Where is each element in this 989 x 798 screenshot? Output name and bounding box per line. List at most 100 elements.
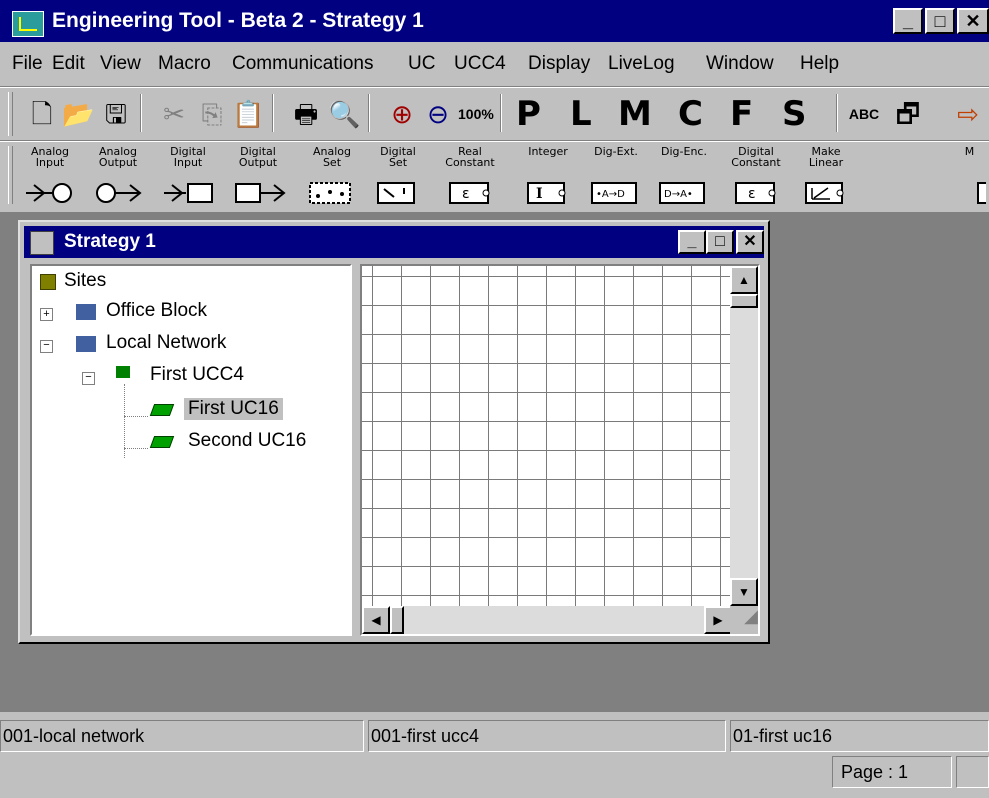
strategy-titlebar[interactable]: Strategy 1 _ □ ✕ (24, 226, 764, 258)
module-icon (149, 404, 175, 416)
cut-icon[interactable]: ✂ (158, 98, 190, 130)
layers-icon[interactable]: 🗗 (892, 98, 924, 130)
palette-dig-enc[interactable]: Dig-Enc. D→A• (652, 146, 716, 208)
tree-line (124, 384, 125, 458)
export-icon[interactable]: ⇨ (952, 98, 984, 130)
digital-output-icon (235, 183, 286, 203)
zoom-100-icon[interactable]: 100% (458, 98, 494, 130)
network-icon (76, 336, 96, 352)
palette-label: Set (322, 156, 342, 169)
strategy-window: Strategy 1 _ □ ✕ Sites + Office Block − … (18, 220, 770, 644)
l-tool-button[interactable]: L (570, 94, 592, 134)
status-module: 01-first uc16 (730, 720, 989, 752)
child-close-button[interactable]: ✕ (736, 230, 764, 254)
menu-edit[interactable]: Edit (52, 53, 85, 75)
app-titlebar[interactable]: Engineering Tool - Beta 2 - Strategy 1 _… (0, 0, 989, 42)
new-file-icon[interactable]: 🗋 (26, 98, 58, 130)
palette-dig-ext[interactable]: Dig-Ext. •A→D (584, 146, 648, 208)
svg-text:ε: ε (748, 186, 756, 202)
paste-icon[interactable]: 📋 (232, 98, 264, 130)
menu-help[interactable]: Help (800, 53, 839, 75)
zoom-out-icon[interactable]: ⊖ (422, 98, 454, 130)
real-constant-icon: ε (449, 182, 490, 204)
abc-button[interactable]: ABC (848, 98, 880, 130)
scroll-right-button[interactable]: ▶ (704, 606, 732, 634)
module-icon (149, 436, 175, 448)
menu-file[interactable]: File (12, 53, 43, 75)
palette-digital-set[interactable]: Digital Set (366, 146, 430, 208)
close-button[interactable]: ✕ (957, 8, 989, 34)
palette-label: Output (98, 156, 138, 169)
child-maximize-button[interactable]: □ (706, 230, 734, 254)
child-minimize-button[interactable]: _ (678, 230, 706, 254)
strategy-canvas[interactable]: ▲ ▼ ◀ ▶ ◢ (360, 264, 760, 636)
resize-grip-icon[interactable]: ◢ (730, 606, 758, 634)
scroll-up-button[interactable]: ▲ (730, 266, 758, 294)
canvas-grid[interactable] (362, 266, 732, 606)
tree-line (124, 448, 148, 449)
status-controller: 001-first ucc4 (368, 720, 726, 752)
menu-macro[interactable]: Macro (158, 53, 211, 75)
c-tool-button[interactable]: C (678, 94, 703, 134)
app-icon[interactable] (12, 11, 44, 37)
palette-digital-constant[interactable]: Digital Constant ε (724, 146, 788, 208)
menu-display[interactable]: Display (528, 53, 590, 75)
dig-enc-icon: D→A• (659, 182, 705, 204)
toolbar-separator (836, 94, 838, 132)
scroll-down-button[interactable]: ▼ (730, 578, 758, 606)
copy-icon[interactable]: ⎘ (196, 98, 228, 130)
palette-integer[interactable]: Integer I (516, 146, 580, 208)
expand-icon[interactable]: + (40, 308, 53, 321)
main-toolbar: 🗋 📂 🖫 ✂ ⎘ 📋 🖶 🔍 ⊕ ⊖ 100% P L M C F S ABC… (0, 88, 989, 140)
tree-node-first-uc16[interactable]: First UC16 (184, 398, 283, 420)
menu-ucc4[interactable]: UCC4 (454, 53, 506, 75)
menu-window[interactable]: Window (706, 53, 774, 75)
palette-real-constant[interactable]: Real Constant ε (438, 146, 502, 208)
tree-node-local-network[interactable]: Local Network (106, 332, 226, 354)
toolbar-grip[interactable] (8, 92, 13, 136)
tree-node-sites[interactable]: Sites (64, 270, 106, 292)
palette-analog-output[interactable]: Analog Output (86, 146, 150, 208)
menu-livelog[interactable]: LiveLog (608, 53, 675, 75)
sites-icon (40, 274, 56, 290)
minimize-button[interactable]: _ (893, 8, 923, 34)
horizontal-scroll-thumb[interactable] (390, 606, 404, 634)
site-tree[interactable]: Sites + Office Block − Local Network − F… (30, 264, 352, 636)
toolbar-separator (272, 94, 274, 132)
scroll-left-button[interactable]: ◀ (362, 606, 390, 634)
status-page: Page : 1 (832, 756, 952, 788)
palette-digital-input[interactable]: Digital Input (156, 146, 220, 208)
maximize-button[interactable]: □ (925, 8, 955, 34)
analog-set-icon (309, 182, 351, 204)
palette-grip[interactable] (8, 146, 13, 204)
save-icon[interactable]: 🖫 (100, 98, 132, 130)
print-preview-icon[interactable]: 🔍 (328, 98, 360, 130)
collapse-icon[interactable]: − (40, 340, 53, 353)
status-grip[interactable] (956, 756, 989, 788)
menu-view[interactable]: View (100, 53, 141, 75)
palette-make-linear[interactable]: Make Linear (794, 146, 858, 208)
open-folder-icon[interactable]: 📂 (62, 98, 94, 130)
menu-uc[interactable]: UC (408, 53, 435, 75)
f-tool-button[interactable]: F (730, 94, 753, 134)
palette-more[interactable]: M (950, 146, 989, 208)
zoom-in-icon[interactable]: ⊕ (386, 98, 418, 130)
tree-node-first-ucc4[interactable]: First UCC4 (150, 364, 244, 386)
m-tool-button[interactable]: M (618, 94, 652, 134)
palette-more-icon (977, 182, 986, 204)
tree-node-second-uc16[interactable]: Second UC16 (188, 430, 306, 452)
print-icon[interactable]: 🖶 (290, 98, 322, 130)
palette-analog-set[interactable]: Analog Set (300, 146, 364, 208)
palette-analog-input[interactable]: Analog Input (18, 146, 82, 208)
collapse-icon[interactable]: − (82, 372, 95, 385)
p-tool-button[interactable]: P (516, 94, 541, 134)
s-tool-button[interactable]: S (782, 94, 807, 134)
vertical-scroll-thumb[interactable] (730, 294, 758, 308)
horizontal-scrollbar[interactable]: ◀ ▶ (362, 606, 732, 634)
vertical-scrollbar[interactable]: ▲ ▼ (730, 266, 758, 606)
tree-node-office-block[interactable]: Office Block (106, 300, 207, 322)
strategy-window-icon[interactable] (30, 231, 54, 255)
menu-communications[interactable]: Communications (232, 53, 374, 75)
palette-label: Input (35, 156, 65, 169)
palette-digital-output[interactable]: Digital Output (226, 146, 290, 208)
